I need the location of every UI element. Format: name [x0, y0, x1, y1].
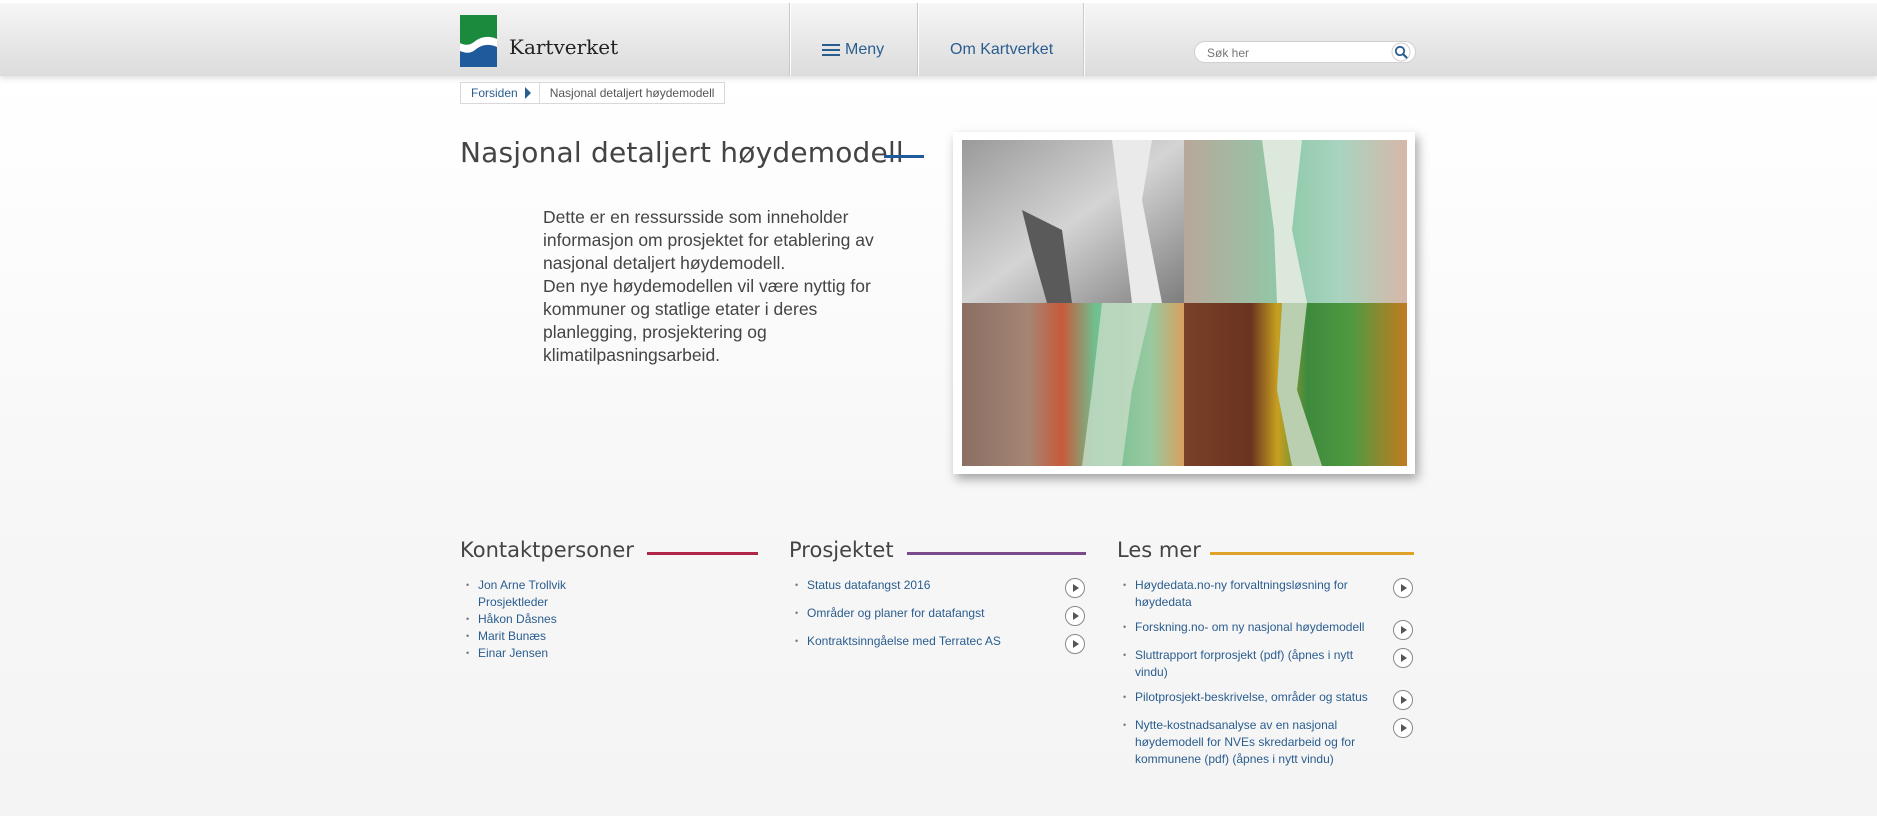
breadcrumb-separator — [538, 83, 540, 103]
play-arrow-icon[interactable] — [1065, 634, 1085, 654]
terrain-image-frame — [953, 132, 1415, 474]
play-arrow-icon[interactable] — [1065, 606, 1085, 626]
kartverket-logo-icon — [460, 15, 497, 67]
list-item: Høydedata.no-ny forvaltningsløsning for … — [1117, 577, 1372, 611]
list-item: Kontraktsinngåelse med Terratec AS — [789, 633, 1049, 650]
contact-name-link[interactable]: Einar Jensen — [478, 646, 548, 660]
project-link[interactable]: Status datafangst 2016 — [807, 578, 930, 592]
contact-name-link[interactable]: Håkon Dåsnes — [478, 612, 557, 626]
read-more-link[interactable]: Nytte-kostnadsanalyse av en nasjonal høy… — [1135, 718, 1355, 766]
menu-button[interactable]: Meny — [822, 41, 884, 59]
play-arrow-icon[interactable] — [1393, 620, 1413, 640]
kartverket-logo[interactable]: Kartverket — [460, 13, 630, 69]
search-box — [1194, 41, 1416, 63]
play-arrow-icon[interactable] — [1393, 690, 1413, 710]
project-heading: Prosjektet — [789, 538, 894, 562]
breadcrumb-current: Nasjonal detaljert høydemodell — [549, 86, 715, 100]
play-arrow-icon[interactable] — [1393, 718, 1413, 738]
read-more-link[interactable]: Høydedata.no-ny forvaltningsløsning for … — [1135, 578, 1348, 609]
contact-name-link[interactable]: Jon Arne Trollvik — [478, 578, 566, 592]
list-item: Håkon Dåsnes — [460, 611, 720, 628]
read-more-link[interactable]: Forskning.no- om ny nasjonal høydemodell — [1135, 620, 1364, 634]
search-icon[interactable] — [1391, 42, 1411, 62]
list-item: Forskning.no- om ny nasjonal høydemodell — [1117, 619, 1372, 636]
read-more-link[interactable]: Pilotprosjekt-beskrivelse, områder og st… — [1135, 690, 1368, 704]
contact-name-link[interactable]: Marit Bunæs — [478, 629, 546, 643]
list-item: Områder og planer for datafangst — [789, 605, 1049, 622]
read-more-accent-line — [1210, 552, 1414, 555]
breadcrumb-arrow-icon — [524, 87, 531, 99]
list-item: Marit Bunæs — [460, 628, 720, 645]
logo-text: Kartverket — [509, 35, 619, 59]
list-item: Nytte-kostnadsanalyse av en nasjonal høy… — [1117, 717, 1372, 768]
list-item: Jon Arne Trollvik Prosjektleder — [460, 577, 720, 611]
intro-paragraph: Dette er en ressursside som inneholder i… — [543, 207, 874, 273]
list-item: Sluttrapport forprosjekt (pdf) (åpnes i … — [1117, 647, 1372, 681]
terrain-model-image — [962, 140, 1407, 466]
intro-text: Dette er en ressursside som inneholder i… — [543, 206, 903, 367]
list-item: Status datafangst 2016 — [789, 577, 1049, 594]
site-header: Kartverket Meny Om Kartverket — [0, 0, 1877, 76]
read-more-link[interactable]: Sluttrapport forprosjekt (pdf) (åpnes i … — [1135, 648, 1353, 679]
search-input[interactable] — [1205, 44, 1384, 62]
list-item: Pilotprosjekt-beskrivelse, områder og st… — [1117, 689, 1372, 706]
header-divider — [1083, 3, 1084, 76]
project-link[interactable]: Områder og planer for datafangst — [807, 606, 984, 620]
project-accent-line — [907, 552, 1086, 555]
project-list: Status datafangst 2016 Områder og planer… — [789, 577, 1049, 650]
intro-paragraph: Den nye høydemodellen vil være nyttig fo… — [543, 276, 871, 365]
contacts-list: Jon Arne Trollvik Prosjektleder Håkon Då… — [460, 577, 720, 662]
hamburger-icon — [822, 44, 840, 56]
read-more-heading: Les mer — [1117, 538, 1201, 562]
breadcrumb: Forsiden Nasjonal detaljert høydemodell — [460, 82, 726, 104]
read-more-list: Høydedata.no-ny forvaltningsløsning for … — [1117, 577, 1372, 768]
contact-role-link[interactable]: Prosjektleder — [478, 595, 548, 609]
page-title: Nasjonal detaljert høydemodell — [460, 136, 904, 169]
play-arrow-icon[interactable] — [1065, 578, 1085, 598]
play-arrow-icon[interactable] — [1393, 648, 1413, 668]
about-kartverket-link[interactable]: Om Kartverket — [950, 41, 1053, 59]
breadcrumb-home-link[interactable]: Forsiden — [471, 86, 518, 100]
contacts-accent-line — [647, 552, 758, 555]
list-item: Einar Jensen — [460, 645, 720, 662]
menu-label: Meny — [845, 41, 885, 58]
project-link[interactable]: Kontraktsinngåelse med Terratec AS — [807, 634, 1001, 648]
header-divider — [789, 3, 790, 76]
play-arrow-icon[interactable] — [1393, 578, 1413, 598]
contacts-heading: Kontaktpersoner — [460, 538, 634, 562]
title-accent-line — [884, 155, 924, 158]
header-divider — [917, 3, 918, 76]
